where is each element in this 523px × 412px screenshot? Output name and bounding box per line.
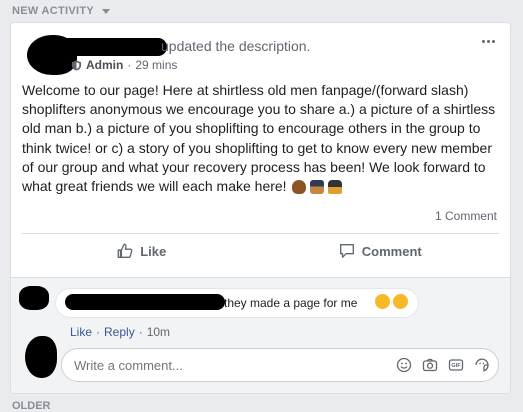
redacted-author-name	[55, 38, 167, 56]
sticker-icon[interactable]	[474, 357, 490, 373]
post-body-text: Welcome to our page! Here at shirtless o…	[22, 82, 496, 195]
comment-time[interactable]: 10m	[147, 325, 170, 339]
emoji-icon[interactable]	[396, 357, 412, 373]
comment-input[interactable]	[74, 358, 364, 373]
comment-count[interactable]: 1 Comment	[435, 209, 497, 223]
more-icon[interactable]	[476, 33, 500, 49]
svg-text:GIF: GIF	[451, 363, 461, 369]
chevron-down-icon[interactable]	[102, 8, 111, 14]
comment-icon	[339, 244, 354, 258]
divider	[22, 233, 499, 234]
comment-like-link[interactable]: Like	[70, 325, 92, 339]
redacted-commenter-avatar	[19, 286, 49, 310]
post-meta: Admin · 29 mins	[71, 58, 177, 72]
like-button[interactable]: Like	[22, 235, 261, 267]
post-actions: Like Comment	[22, 235, 499, 267]
shield-icon	[71, 59, 82, 71]
section-header[interactable]: NEW ACTIVITY	[12, 5, 111, 17]
like-icon	[117, 243, 133, 258]
post-role[interactable]: Admin	[86, 58, 123, 72]
emoji-icon	[292, 180, 307, 195]
comment-actions: Like · Reply · 10m	[70, 325, 171, 339]
emoji-icon	[328, 180, 343, 195]
composer-icons: GIF	[396, 357, 490, 373]
gif-icon[interactable]: GIF	[448, 357, 464, 373]
post-card: updated the description. Admin · 29 mins…	[10, 22, 511, 394]
post-time[interactable]: 29 mins	[135, 58, 177, 72]
older-section-header[interactable]: OLDER	[12, 400, 51, 412]
comment-composer[interactable]: GIF	[61, 348, 499, 382]
post-body: Welcome to our page! Here at shirtless o…	[22, 81, 502, 196]
comment-label: Comment	[361, 243, 422, 259]
redacted-user-avatar	[25, 336, 57, 378]
post-header-text: updated the description.	[161, 38, 311, 54]
comment-text: they made a page for me	[224, 296, 358, 310]
comment-button[interactable]: Comment	[261, 235, 500, 267]
post-emojis	[292, 180, 343, 195]
camera-icon[interactable]	[422, 357, 438, 373]
emoji-icon	[310, 180, 325, 195]
section-title: NEW ACTIVITY	[12, 5, 95, 17]
comments-area: they made a page for me Like · Reply · 1…	[11, 278, 510, 393]
like-label: Like	[140, 243, 167, 259]
emoji-icon	[375, 294, 390, 309]
emoji-icon	[393, 294, 408, 309]
meta-separator: ·	[127, 58, 132, 72]
redacted-commenter-name	[65, 294, 225, 310]
comment-reply-link[interactable]: Reply	[104, 325, 135, 339]
